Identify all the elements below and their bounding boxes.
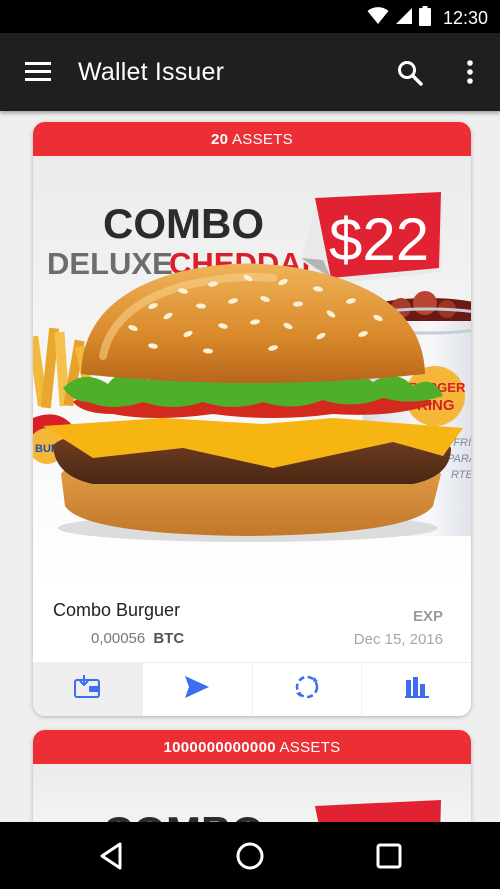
assets-count-bar: 1000000000000 ASSETS [33, 730, 471, 764]
promo-price: $22 [329, 206, 429, 273]
promo-image: COMBO DELUXE CHEDDAR $22 KING FRÍ PAR RT… [33, 156, 471, 586]
expiration-label: EXP [412, 608, 443, 625]
promo-headline-deluxe: DELUXE [47, 246, 173, 281]
back-icon[interactable] [96, 840, 128, 872]
assets-count: 1000000000000 [163, 739, 276, 756]
assets-count: 20 [211, 131, 229, 148]
system-nav-bar [0, 822, 500, 889]
assets-label: ASSETS [231, 131, 293, 148]
assets-count-bar: 20 ASSETS [33, 122, 471, 156]
wallet-receive-icon [74, 675, 101, 704]
assets-label: ASSETS [279, 739, 341, 756]
card-list: 20 ASSETS COMBO DELUXE CHEDDAR $22 KING … [0, 111, 500, 822]
asset-card[interactable]: 20 ASSETS COMBO DELUXE CHEDDAR $22 KING … [33, 122, 471, 716]
status-bar: 12:30 [0, 0, 500, 33]
asset-name: Combo Burguer [53, 600, 181, 620]
recents-icon[interactable] [373, 840, 405, 872]
send-icon [184, 675, 210, 704]
status-time: 12:30 [442, 8, 488, 28]
asset-amount: 0,00056 [91, 630, 146, 647]
menu-icon[interactable] [24, 59, 52, 85]
exchange-button[interactable] [253, 663, 363, 716]
signal-icon [395, 7, 413, 30]
svg-text:RTE: RTE [451, 469, 471, 481]
asset-card[interactable]: 1000000000000 ASSETS COMBO [33, 730, 471, 822]
stats-button[interactable] [362, 663, 471, 716]
wifi-icon [367, 7, 389, 30]
expiration-date: Dec 15, 2016 [353, 631, 443, 648]
send-button[interactable] [143, 663, 253, 716]
receive-button[interactable] [33, 663, 143, 716]
stats-icon [404, 676, 429, 703]
app-bar: Wallet Issuer [0, 33, 500, 111]
home-icon[interactable] [234, 840, 266, 872]
promo-image: COMBO [33, 764, 471, 822]
promo-headline-combo: COMBO [103, 808, 264, 822]
asset-info: Combo Burguer 0,00056 BTC EXP Dec 15, 20… [33, 586, 471, 662]
page-title: Wallet Issuer [78, 58, 225, 86]
exchange-icon [294, 674, 320, 705]
promo-headline-combo: COMBO [103, 200, 264, 247]
battery-icon [418, 6, 431, 31]
search-icon[interactable] [396, 59, 424, 87]
price-tag: $22 [301, 192, 443, 284]
more-vert-icon[interactable] [458, 59, 482, 87]
asset-currency: BTC [153, 630, 185, 647]
asset-price: 0,00056 BTC [91, 630, 184, 647]
price-tag [315, 800, 441, 822]
card-actions [33, 662, 471, 716]
